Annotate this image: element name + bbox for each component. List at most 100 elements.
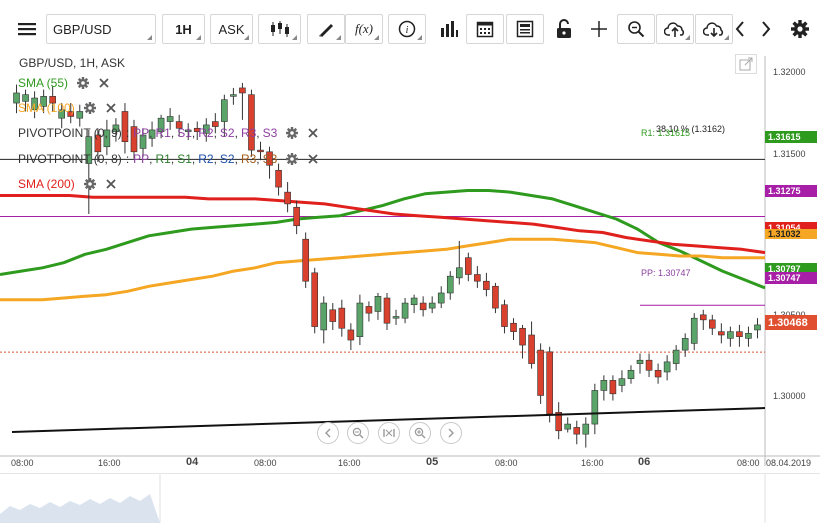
news-button[interactable]	[506, 14, 544, 44]
y-tick: 1.32000	[773, 67, 806, 77]
legend-pivot-9: PIVOTPOINT (0, 9) : PP, R1, S1, R2, S2, …	[18, 126, 319, 140]
candle-down	[718, 331, 725, 336]
candle-up	[446, 275, 454, 294]
candle-down	[474, 274, 481, 282]
chart-toolbar: GBP/USD 1H ASK f(x) i	[0, 0, 820, 56]
reset-icon	[383, 429, 395, 437]
pivot-r1: R1	[155, 126, 171, 140]
candle-down	[654, 369, 662, 378]
x-tick: 08:00	[254, 458, 277, 468]
x-tick: 16:00	[98, 458, 121, 468]
hamburger-menu-icon[interactable]	[8, 14, 46, 44]
indicators-button[interactable]: f(x)	[345, 14, 383, 44]
candle-down	[239, 87, 246, 94]
x-tick-day: 05	[426, 456, 439, 468]
chart-type-button[interactable]	[258, 14, 301, 44]
candle-up	[600, 380, 608, 391]
candle-down	[501, 304, 508, 327]
candle-up	[564, 423, 572, 430]
zoom-out-button[interactable]	[347, 422, 369, 444]
calendar-button[interactable]	[466, 14, 504, 44]
scroll-left-button[interactable]	[728, 14, 752, 44]
candle-down	[338, 307, 346, 329]
x-tick: 08:00	[737, 458, 760, 468]
candle-down	[699, 314, 707, 321]
legend-sma55-label: SMA (55)	[18, 76, 69, 90]
candle-down	[383, 297, 391, 324]
gear-icon[interactable]	[285, 152, 299, 166]
navigator-area	[0, 494, 160, 523]
pivot-r1: R1	[155, 152, 171, 166]
legend-sma100-label: SMA (100)	[18, 101, 75, 115]
calendar-icon	[476, 21, 494, 38]
r1-annotation: R1: 1.31615	[641, 128, 691, 138]
candle-up	[591, 390, 599, 425]
pivot-s2: S2	[219, 126, 235, 140]
candle-down	[465, 257, 472, 275]
navigator-plot[interactable]	[0, 474, 820, 523]
zoom-in-button[interactable]	[409, 422, 431, 444]
candle-up	[410, 297, 418, 306]
candle-up	[428, 302, 436, 309]
legend-sma55: SMA (55)	[18, 76, 110, 90]
settings-button[interactable]	[786, 14, 814, 44]
candle-down	[284, 191, 291, 205]
zoom-button[interactable]	[617, 14, 655, 44]
x-tick: 16:00	[338, 458, 361, 468]
candle-up	[320, 302, 328, 331]
pivot-r3: R3	[240, 126, 257, 140]
price-side-selector[interactable]: ASK	[210, 14, 253, 44]
gear-icon[interactable]	[285, 126, 299, 140]
drawing-tools-button[interactable]	[307, 14, 345, 44]
close-icon[interactable]	[105, 178, 117, 190]
upload-button[interactable]	[656, 14, 694, 44]
symbol-selector[interactable]: GBP/USD	[46, 14, 156, 44]
close-icon[interactable]	[307, 153, 319, 165]
x-tick: 16:00	[581, 458, 604, 468]
scroll-forward-button[interactable]	[440, 422, 462, 444]
pivot-s1: S1	[177, 152, 192, 166]
candle-up	[672, 349, 680, 364]
candle-down	[609, 380, 617, 395]
x-tick-day: 06	[638, 456, 651, 468]
candle-up	[221, 99, 228, 122]
candle-down	[483, 280, 490, 290]
close-icon[interactable]	[98, 77, 110, 89]
scroll-right-button[interactable]	[754, 14, 778, 44]
info-button[interactable]: i	[388, 14, 426, 44]
candle-down	[347, 329, 355, 341]
candle-up	[754, 324, 761, 331]
zoom-out-icon	[352, 427, 364, 439]
gear-icon[interactable]	[83, 101, 97, 115]
pivot-pp: PP	[133, 152, 150, 166]
close-icon[interactable]	[307, 127, 319, 139]
function-icon: f(x)	[354, 21, 374, 36]
lock-button[interactable]	[545, 14, 583, 44]
gear-icon[interactable]	[83, 177, 97, 191]
candle-down	[492, 285, 499, 309]
candle-up	[627, 369, 635, 379]
crosshair-button[interactable]	[580, 14, 618, 44]
timeframe-selector[interactable]: 1H	[162, 14, 205, 44]
x-tick-day: 04	[186, 456, 199, 468]
gear-icon[interactable]	[76, 76, 90, 90]
reset-zoom-button[interactable]	[378, 422, 400, 444]
legend-pivot-8-label: PIVOTPOINT (0, 8)	[18, 152, 122, 166]
pivot-r2: R2	[198, 126, 214, 140]
lock-icon	[557, 19, 571, 38]
pivot-pp: PP	[133, 126, 150, 140]
candle-down	[275, 169, 282, 188]
candle-down	[510, 322, 517, 332]
price-chart[interactable]: GBP/USD, 1H, ASK SMA (55) SMA (100) PIVO…	[0, 54, 820, 522]
navigator-panel[interactable]	[0, 473, 820, 523]
candle-up	[618, 378, 626, 386]
close-icon[interactable]	[105, 102, 117, 114]
candle-up	[663, 361, 671, 373]
candle-up	[401, 302, 409, 319]
volume-button[interactable]	[430, 14, 468, 44]
chevron-left-icon	[735, 21, 744, 37]
scroll-back-button[interactable]	[317, 422, 339, 444]
popout-button[interactable]	[735, 54, 757, 74]
pivot-r3: R3	[240, 152, 257, 166]
candle-down	[736, 331, 743, 337]
